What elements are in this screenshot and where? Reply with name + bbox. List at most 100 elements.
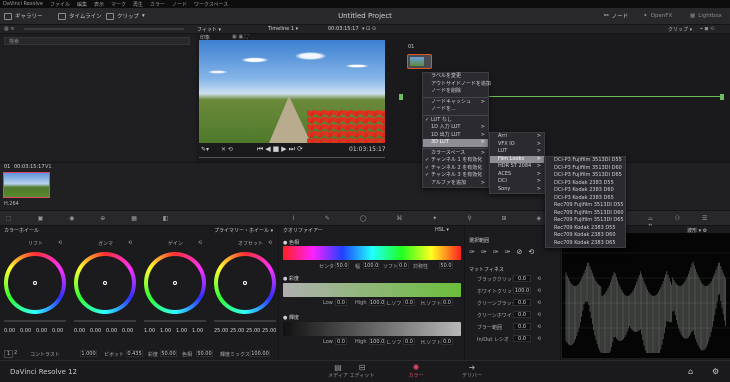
menu-item[interactable]: ✓ チャンネル 3 を有効化 (423, 172, 488, 180)
menu-item[interactable]: Sony > (490, 186, 544, 194)
sat-lsoft-value[interactable]: 0.0 (403, 299, 415, 306)
menu-item[interactable]: アルファを追加 > (423, 180, 488, 188)
hue-value[interactable]: 50.00 (196, 350, 213, 357)
reset-icon[interactable]: ⟲ (537, 300, 541, 306)
wheel-reset-icon[interactable]: ⟲ (128, 240, 132, 246)
menu-item[interactable]: ノード (172, 1, 187, 8)
nodes-button[interactable]: ⚯ ノード (604, 11, 628, 21)
lum-qualifier-bar[interactable] (283, 322, 461, 336)
node-toolbar-icons[interactable]: ⌖ ◼ ⟲ (700, 26, 714, 32)
scrubber[interactable] (199, 157, 385, 158)
wheel-value[interactable]: 1.00 (176, 328, 187, 334)
wheel-value[interactable]: 25.00 (214, 328, 228, 334)
wheel-value[interactable]: 0.00 (74, 328, 85, 334)
sat-section[interactable]: ● 彩度 (283, 275, 299, 282)
menu-item[interactable]: DCI-P3 Fujifilm 3513DI D60 (546, 165, 625, 173)
hue-soft-value[interactable]: 0.0 (397, 262, 409, 269)
wheel-puck[interactable] (33, 281, 37, 285)
menu-item[interactable]: 1D 入力 LUT > (423, 124, 488, 132)
picker-icons[interactable]: ✑✑✑✑⊘⟲ (469, 248, 540, 256)
wheel-value[interactable]: 25.00 (246, 328, 260, 334)
menu-item[interactable]: ワークスペース (194, 1, 228, 8)
menu-item[interactable]: ✓ チャンネル 1 を有効化 (423, 157, 488, 165)
gallery-search-input[interactable]: 検索 (4, 37, 190, 45)
menu-item[interactable]: ACES > (490, 171, 544, 179)
reset-icon[interactable]: ⟲ (537, 288, 541, 294)
wheel-value[interactable]: 25.00 (262, 328, 276, 334)
hue-sym-value[interactable]: 50.0 (439, 262, 453, 269)
menu-item[interactable]: ✓ LUT なし (423, 117, 488, 125)
menu-item[interactable]: 3D LUT > (423, 139, 488, 147)
menu-item[interactable]: Rec709 Kodak 2383 D65 (546, 240, 625, 248)
menu-item[interactable]: DCI-P3 Kodak 2383 D60 (546, 187, 625, 195)
timecode-dropdown-icon[interactable]: ▾ ⊡ ⊙ (362, 26, 376, 32)
menu-item[interactable]: Arri > (490, 133, 544, 141)
page-tab[interactable]: ✺ カラー (396, 363, 436, 381)
menu-item[interactable]: DCI-P3 Fujifilm 3513DI D65 (546, 172, 625, 180)
sat-hsoft-value[interactable]: 0.0 (441, 299, 453, 306)
node-input[interactable] (399, 94, 403, 100)
menu-item[interactable]: VFX IO > (490, 141, 544, 149)
node-output[interactable] (720, 94, 724, 100)
page-2-button[interactable]: 2 (14, 350, 17, 356)
openfx-button[interactable]: ✦ OpenFX (643, 11, 672, 21)
hue-qualifier-bar[interactable] (283, 246, 461, 260)
reset-icon[interactable]: ⟲ (537, 312, 541, 318)
wheel-value[interactable]: 0.00 (4, 328, 15, 334)
menu-item[interactable]: 編集 (77, 1, 87, 8)
menu-item[interactable]: ファイル (50, 1, 70, 8)
hue-section[interactable]: ● 色相 (283, 239, 299, 246)
wheel-value[interactable]: 0.00 (36, 328, 47, 334)
menu-item[interactable]: Film Looks > (490, 155, 544, 163)
wheel-value[interactable]: 1.00 (192, 328, 203, 334)
clips-button[interactable]: クリップ ▾ (106, 11, 145, 21)
matte-value[interactable]: 0.0 (513, 275, 531, 282)
menu-item[interactable]: Rec709 Fujifilm 3513DI D60 (546, 210, 625, 218)
wheel-value[interactable]: 0.00 (52, 328, 63, 334)
lum-section[interactable]: ● 輝度 (283, 314, 299, 321)
master-wheel-slider[interactable] (74, 320, 136, 322)
wheel-reset-icon[interactable]: ⟲ (268, 240, 272, 246)
menu-item[interactable]: カラー (150, 1, 165, 8)
master-wheel-slider[interactable] (144, 320, 206, 322)
pen-icon[interactable]: ✎▾ (201, 146, 209, 153)
matte-value[interactable]: 0.0 (513, 299, 531, 306)
palette-left-icons[interactable]: ⬚ ▣ ◉ ⊕ ▦ ◧ (6, 215, 180, 222)
lum-high-value[interactable]: 100.0 (369, 338, 385, 345)
sat-high-value[interactable]: 100.0 (369, 299, 385, 306)
grid-view-icon[interactable]: ▦ ≡ (4, 26, 15, 32)
color-wheel[interactable] (214, 252, 276, 314)
wheel-value[interactable]: 0.00 (122, 328, 133, 334)
zoom-dropdown[interactable]: フィット ▾ (197, 26, 221, 33)
clip-filter-dropdown[interactable]: クリップ ▾ (668, 26, 692, 33)
wheel-value[interactable]: 1.00 (160, 328, 171, 334)
sat-qualifier-bar[interactable] (283, 283, 461, 297)
menu-item[interactable]: ✓ チャンネル 2 を有効化 (423, 165, 488, 173)
hue-width-value[interactable]: 100.0 (363, 262, 379, 269)
lum-hsoft-value[interactable]: 0.0 (441, 338, 453, 345)
wheel-reset-icon[interactable]: ⟲ (58, 240, 62, 246)
menu-item[interactable]: ノードキャッシュ > (423, 99, 488, 107)
menu-item[interactable]: Rec709 Kodak 2383 D60 (546, 232, 625, 240)
menu-item[interactable]: ノードを... (423, 106, 488, 114)
menu-item[interactable]: アウトサイドノードを追加 (423, 81, 491, 89)
wheel-puck[interactable] (243, 281, 247, 285)
loop-icon[interactable]: ✕ ⟲ (221, 146, 233, 153)
menu-item[interactable]: 再生 (133, 1, 143, 8)
wheel-value[interactable]: 0.00 (20, 328, 31, 334)
wheel-value[interactable]: 0.00 (90, 328, 101, 334)
reset-icon[interactable]: ⟲ (537, 336, 541, 342)
menu-item[interactable]: ラベルを変更 (423, 73, 488, 81)
contrast-value[interactable]: 1.000 (80, 350, 97, 357)
menu-item[interactable]: Rec709 Kodak 2383 D55 (546, 225, 625, 233)
settings-gear-icon[interactable]: ⚙ (712, 367, 719, 376)
sat-value[interactable]: 50.00 (160, 350, 177, 357)
menu-item[interactable]: DCI > (490, 178, 544, 186)
master-wheel-slider[interactable] (4, 320, 66, 322)
playback-buttons[interactable]: ⏮◀■▶⏭⟳ (257, 145, 305, 154)
menu-item[interactable]: LUT > (490, 148, 544, 156)
menu-item[interactable]: HDR ST 2084 > (490, 163, 544, 171)
matte-value[interactable]: 0.0 (513, 311, 531, 318)
wheel-puck[interactable] (103, 281, 107, 285)
menu-item[interactable]: ノードを削除 (423, 88, 488, 96)
